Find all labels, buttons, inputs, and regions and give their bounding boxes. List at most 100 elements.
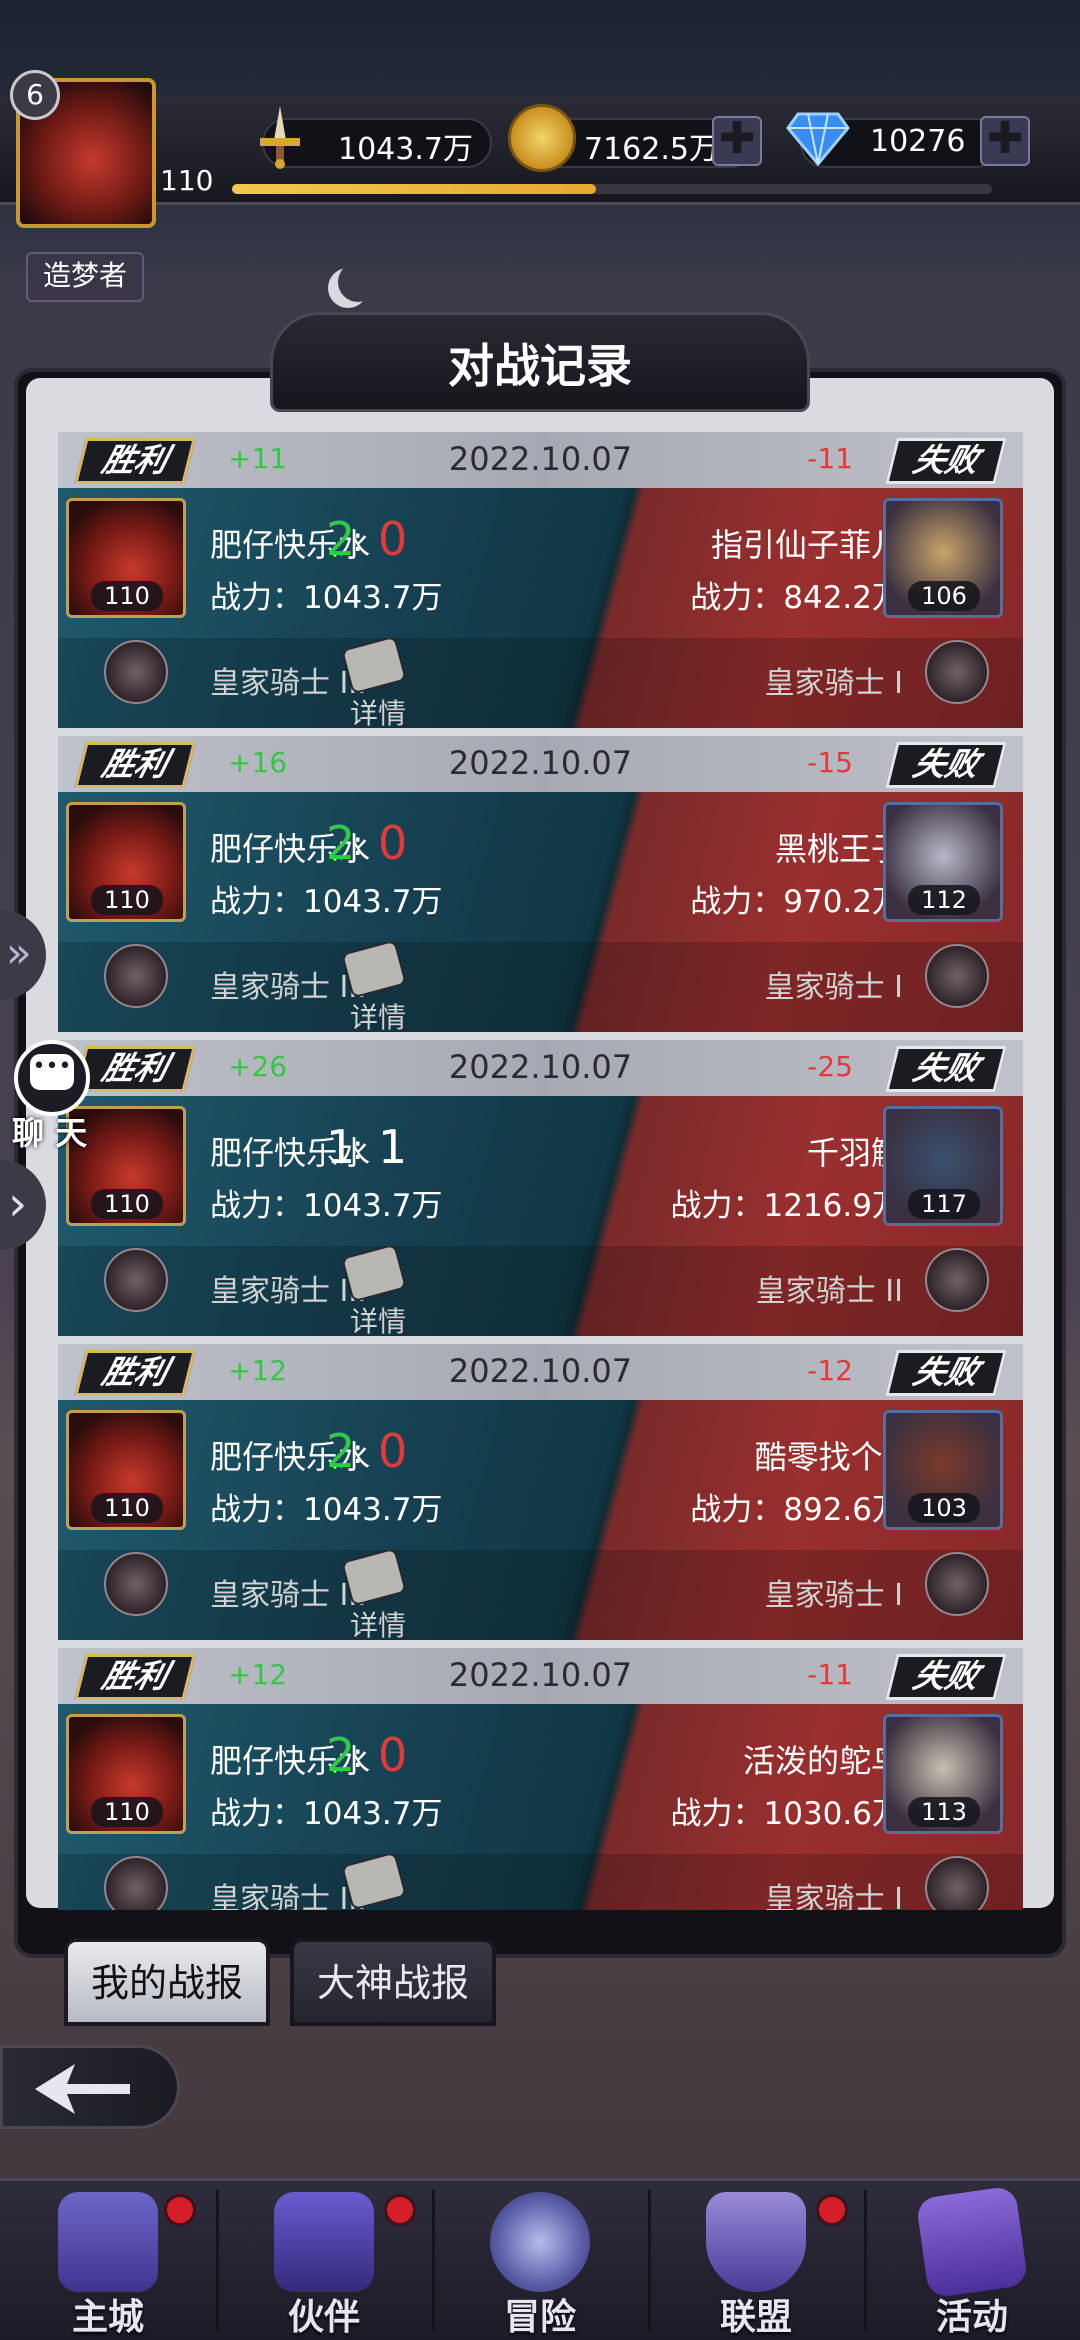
vip-level-badge: 6: [10, 70, 60, 120]
player-avatar-thumb: 110: [66, 1410, 186, 1530]
score-colon: :: [352, 1128, 364, 1168]
opponent-power: 战力：1216.9万: [670, 1188, 903, 1224]
battle-record-card[interactable]: 胜利 +12 2022.10.07 -11 失败 110 肥仔快乐水 战力：10…: [58, 1648, 1023, 1910]
tab-my-reports[interactable]: 我的战报: [64, 1938, 270, 2026]
rank-emblem-icon: [104, 1248, 168, 1312]
add-diamond-button[interactable]: ✚: [980, 116, 1030, 166]
notification-dot: [164, 2194, 196, 2226]
score-right: 1: [378, 1120, 408, 1174]
avatar-level: 112: [908, 885, 980, 915]
player-avatar[interactable]: 6: [8, 70, 156, 250]
battle-record-card[interactable]: 胜利 +16 2022.10.07 -15 失败 110 肥仔快乐水 战力：10…: [58, 736, 1023, 1036]
record-list[interactable]: 胜利 +11 2022.10.07 -11 失败 110 肥仔快乐水 战力：10…: [58, 432, 1023, 1910]
rank-emblem-icon: [925, 944, 989, 1008]
nav-alliance[interactable]: 联盟: [648, 2178, 864, 2340]
nav-label: 冒险: [503, 2296, 576, 2338]
details-label: 详情: [350, 1609, 407, 1640]
nav-adventure[interactable]: 冒险: [432, 2178, 648, 2340]
record-header: 胜利 +11 2022.10.07 -11 失败: [58, 432, 1023, 488]
rank-emblem-icon: [925, 640, 989, 704]
opponent-avatar-thumb[interactable]: 117: [883, 1106, 1003, 1226]
nav-label: 主城: [71, 2296, 144, 2338]
opponent-avatar-thumb[interactable]: 106: [883, 498, 1003, 618]
defeat-badge: 失败: [885, 438, 1007, 484]
player-avatar-thumb: 110: [66, 498, 186, 618]
defeat-badge: 失败: [885, 1654, 1007, 1700]
opponent-rank: 皇家骑士 I: [764, 1578, 903, 1613]
chat-bubble-icon: •••: [30, 1054, 74, 1090]
avatar-level: 110: [91, 885, 163, 915]
scroll-icon: [341, 1243, 407, 1303]
details-button[interactable]: 详情: [341, 1243, 412, 1336]
cards-icon: [915, 2185, 1029, 2299]
points-lost: -12: [807, 1354, 853, 1387]
chat-button[interactable]: •••: [14, 1040, 90, 1116]
score-left: 1: [326, 1120, 356, 1174]
details-label: 详情: [350, 1908, 406, 1910]
details-label: 详情: [350, 697, 407, 728]
points-lost: -11: [807, 1658, 853, 1691]
score-left: 2: [326, 1728, 356, 1782]
nav-label: 伙伴: [287, 2296, 360, 2338]
score-right: 0: [378, 512, 408, 566]
rank-emblem-icon: [925, 1856, 989, 1910]
player-level: 110: [160, 164, 214, 197]
nav-events[interactable]: 活动: [864, 2178, 1080, 2340]
exp-bar-fill: [232, 184, 596, 194]
score-right: 0: [378, 1424, 408, 1478]
rank-emblem-icon: [925, 1552, 989, 1616]
power-value: 1043.7万: [338, 132, 473, 167]
opponent-rank: 皇家骑士 I: [764, 666, 903, 701]
player-rank: 皇家骑士 III: [210, 970, 367, 1005]
scroll-icon: [341, 1851, 407, 1910]
nav-partners[interactable]: 伙伴: [216, 2178, 432, 2340]
points-lost: -11: [807, 442, 853, 475]
player-power: 战力：1043.7万: [210, 1492, 443, 1528]
opponent-avatar-thumb[interactable]: 112: [883, 802, 1003, 922]
opponent-rank: 皇家骑士 I: [764, 1882, 903, 1910]
battle-record-card[interactable]: 胜利 +26 2022.10.07 -25 失败 110 肥仔快乐水 战力：10…: [58, 1040, 1023, 1340]
score-colon: :: [352, 824, 364, 864]
avatar-level: 103: [908, 1493, 980, 1523]
details-button[interactable]: 详情: [341, 1547, 412, 1640]
avatar-level: 113: [908, 1797, 980, 1827]
player-power: 战力：1043.7万: [210, 884, 443, 920]
avatar-level: 110: [91, 1797, 163, 1827]
player-avatar-thumb: 110: [66, 802, 186, 922]
points-lost: -15: [807, 746, 853, 779]
rank-emblem-icon: [925, 1248, 989, 1312]
points-lost: -25: [807, 1050, 853, 1083]
moon-icon: [338, 262, 378, 302]
battle-record-card[interactable]: 胜利 +12 2022.10.07 -12 失败 110 肥仔快乐水 战力：10…: [58, 1344, 1023, 1644]
score-left: 2: [326, 816, 356, 870]
battle-record-card[interactable]: 胜利 +11 2022.10.07 -11 失败 110 肥仔快乐水 战力：10…: [58, 432, 1023, 732]
record-header: 胜利 +12 2022.10.07 -11 失败: [58, 1648, 1023, 1704]
scroll-icon: [341, 635, 407, 695]
record-header: 胜利 +26 2022.10.07 -25 失败: [58, 1040, 1023, 1096]
record-body: 110 肥仔快乐水 战力：1043.7万 皇家骑士 III 2 : 0 详情 黑…: [58, 792, 1023, 1032]
opponent-power: 战力：970.2万: [690, 884, 903, 920]
chevron-right-icon: ›: [8, 1176, 28, 1232]
gold-value: 7162.5万: [584, 132, 719, 167]
details-button[interactable]: 详情: [341, 939, 412, 1032]
defeat-badge: 失败: [885, 1046, 1007, 1092]
diamond-value: 10276: [870, 124, 966, 159]
details-button[interactable]: 详情: [341, 635, 412, 728]
rank-emblem-icon: [104, 1552, 168, 1616]
shield-icon: [706, 2192, 806, 2292]
opponent-avatar-thumb[interactable]: 113: [883, 1714, 1003, 1834]
details-button[interactable]: 详情: [341, 1851, 412, 1910]
avatar-level: 117: [908, 1189, 980, 1219]
opponent-avatar-thumb[interactable]: 103: [883, 1410, 1003, 1530]
details-label: 详情: [350, 1001, 407, 1032]
player-power: 战力：1043.7万: [210, 1796, 443, 1832]
back-button[interactable]: [0, 2045, 180, 2129]
score-left: 2: [326, 512, 356, 566]
castle-icon: [58, 2192, 158, 2292]
notification-dot: [816, 2194, 848, 2226]
add-gold-button[interactable]: ✚: [712, 116, 762, 166]
tab-expert-reports[interactable]: 大神战报: [290, 1938, 496, 2026]
wizard-hat-icon: [274, 2192, 374, 2292]
panel-title: 对战记录: [448, 339, 632, 393]
nav-main-city[interactable]: 主城: [0, 2178, 216, 2340]
